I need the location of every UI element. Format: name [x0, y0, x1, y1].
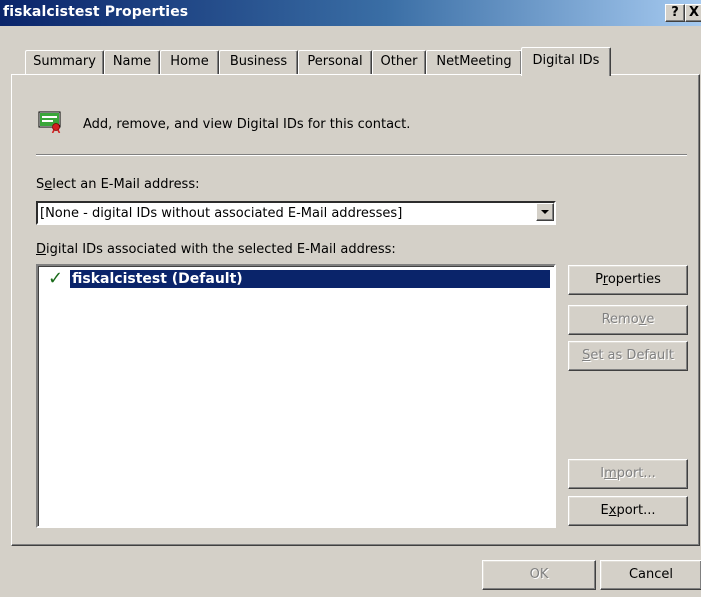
list-item[interactable]: ✓ fiskalcistest (Default) — [40, 268, 550, 289]
close-button[interactable]: X — [685, 4, 701, 22]
digital-ids-list[interactable]: ✓ fiskalcistest (Default) — [36, 264, 556, 528]
chevron-down-icon — [541, 210, 549, 214]
email-select-label: Select an E-Mail address: — [36, 177, 200, 192]
certificate-icon — [38, 111, 61, 133]
properties-button[interactable]: Properties — [568, 265, 688, 295]
checkmark-icon: ✓ — [48, 268, 64, 289]
set-as-default-button[interactable]: Set as Default — [568, 341, 688, 371]
import-button[interactable]: Import... — [568, 459, 688, 489]
tab-digital-ids[interactable]: Digital IDs — [521, 47, 611, 76]
help-button[interactable]: ? — [665, 4, 685, 22]
ok-button[interactable]: OK — [482, 560, 596, 590]
window-title: fiskalcistest Properties — [3, 4, 189, 20]
digital-ids-label: Digital IDs associated with the selected… — [36, 242, 396, 257]
tab-other[interactable]: Other — [372, 50, 426, 74]
tab-business[interactable]: Business — [219, 50, 298, 74]
export-button[interactable]: Export... — [568, 496, 688, 526]
tab-netmeeting[interactable]: NetMeeting — [426, 50, 522, 74]
list-item-label: fiskalcistest (Default) — [72, 271, 243, 287]
tab-summary[interactable]: Summary — [25, 50, 104, 74]
email-select-value: [None - digital IDs without associated E… — [40, 206, 403, 221]
page-description: Add, remove, and view Digital IDs for th… — [83, 117, 411, 132]
tab-personal[interactable]: Personal — [298, 50, 372, 74]
cancel-button[interactable]: Cancel — [600, 560, 701, 590]
remove-button[interactable]: Remove — [568, 305, 688, 335]
tab-home[interactable]: Home — [160, 50, 219, 74]
dropdown-button[interactable] — [536, 203, 554, 221]
title-bar[interactable]: fiskalcistest Properties ? X — [0, 0, 701, 26]
email-select[interactable]: [None - digital IDs without associated E… — [36, 201, 556, 225]
tab-name[interactable]: Name — [104, 50, 160, 74]
